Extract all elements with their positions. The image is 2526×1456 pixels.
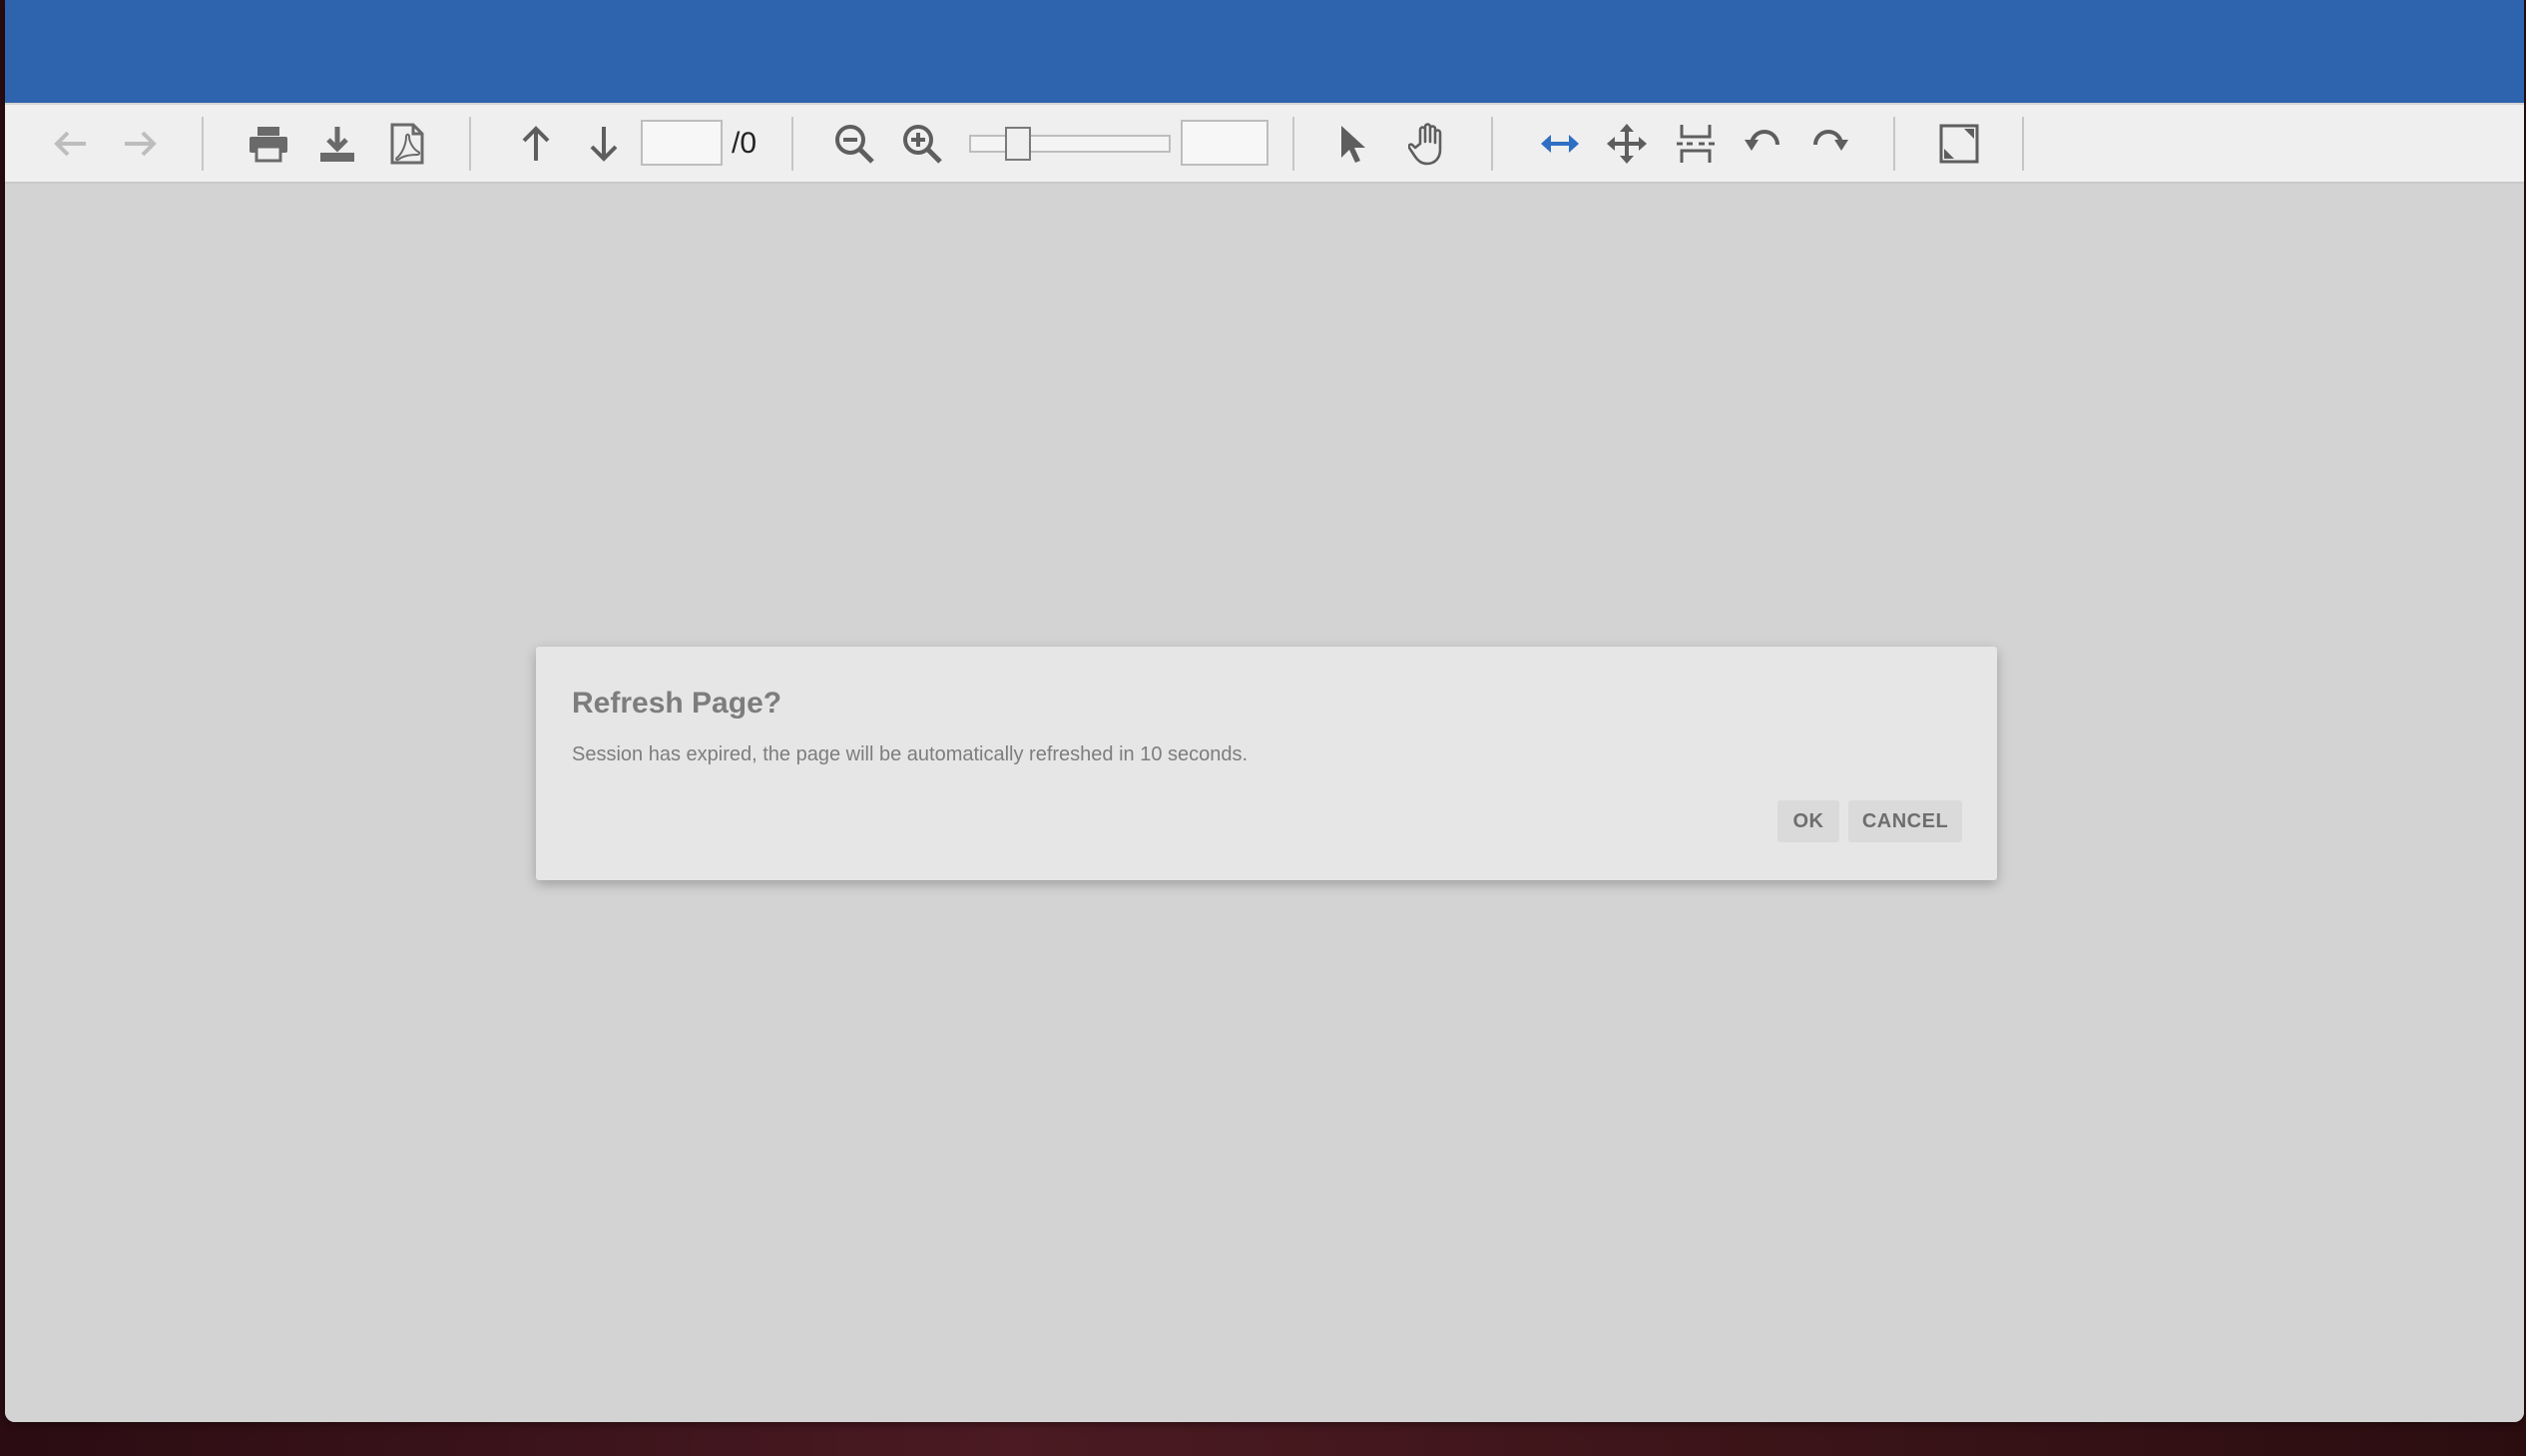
toolbar-separator bbox=[791, 117, 793, 171]
forward-button[interactable] bbox=[119, 105, 161, 182]
fit-page-button[interactable] bbox=[1604, 105, 1650, 182]
previous-page-button[interactable] bbox=[516, 105, 556, 182]
export-pdf-button[interactable] bbox=[385, 105, 429, 182]
printer-icon bbox=[248, 125, 289, 163]
toolbar-separator bbox=[1292, 117, 1294, 171]
cancel-button[interactable]: CANCEL bbox=[1848, 800, 1962, 842]
zoom-in-icon bbox=[901, 123, 943, 165]
download-button[interactable] bbox=[315, 105, 359, 182]
toolbar-separator bbox=[1491, 117, 1493, 171]
zoom-slider[interactable] bbox=[969, 135, 1171, 153]
dialog-title: Refresh Page? bbox=[572, 687, 781, 721]
refresh-page-dialog: Refresh Page? Session has expired, the p… bbox=[536, 647, 1997, 880]
page-total-label: /0 bbox=[732, 122, 757, 166]
viewer-toolbar: /0 bbox=[5, 105, 2524, 184]
move-icon bbox=[1606, 123, 1648, 165]
fit-width-icon bbox=[1538, 129, 1582, 159]
toolbar-separator bbox=[202, 117, 204, 171]
toolbar-separator bbox=[2022, 117, 2024, 171]
rotate-right-icon bbox=[1808, 125, 1850, 163]
page-number-input[interactable] bbox=[641, 120, 723, 166]
download-icon bbox=[317, 124, 357, 164]
zoom-out-icon bbox=[833, 123, 875, 165]
rotate-clockwise-button[interactable] bbox=[1807, 105, 1851, 182]
hand-icon bbox=[1408, 122, 1448, 166]
cursor-icon bbox=[1336, 123, 1368, 165]
fit-width-button[interactable] bbox=[1536, 105, 1584, 182]
toolbar-separator bbox=[1893, 117, 1895, 171]
print-button[interactable] bbox=[247, 105, 290, 182]
pdf-icon bbox=[389, 123, 425, 165]
page-layout-button[interactable] bbox=[1673, 105, 1719, 182]
zoom-slider-handle[interactable] bbox=[1005, 127, 1031, 161]
back-button[interactable] bbox=[50, 105, 92, 182]
zoom-level-input[interactable] bbox=[1181, 120, 1268, 166]
arrow-left-icon bbox=[53, 128, 89, 160]
next-page-button[interactable] bbox=[584, 105, 624, 182]
arrow-right-icon bbox=[122, 128, 158, 160]
rotate-left-icon bbox=[1743, 125, 1784, 163]
rotate-counterclockwise-button[interactable] bbox=[1742, 105, 1785, 182]
zoom-in-button[interactable] bbox=[900, 105, 944, 182]
arrow-down-icon bbox=[588, 125, 620, 163]
pan-tool-button[interactable] bbox=[1406, 105, 1450, 182]
select-tool-button[interactable] bbox=[1332, 105, 1372, 182]
dialog-message: Session has expired, the page will be au… bbox=[572, 743, 1248, 766]
page-break-icon bbox=[1676, 123, 1716, 165]
toolbar-separator bbox=[469, 117, 471, 171]
app-header-bar bbox=[5, 0, 2524, 103]
fullscreen-button[interactable] bbox=[1936, 105, 1982, 182]
fullscreen-icon bbox=[1938, 123, 1980, 165]
arrow-up-icon bbox=[520, 125, 552, 163]
zoom-out-button[interactable] bbox=[832, 105, 876, 182]
ok-button[interactable]: OK bbox=[1777, 800, 1839, 842]
viewer-window: /0 bbox=[5, 0, 2524, 1422]
